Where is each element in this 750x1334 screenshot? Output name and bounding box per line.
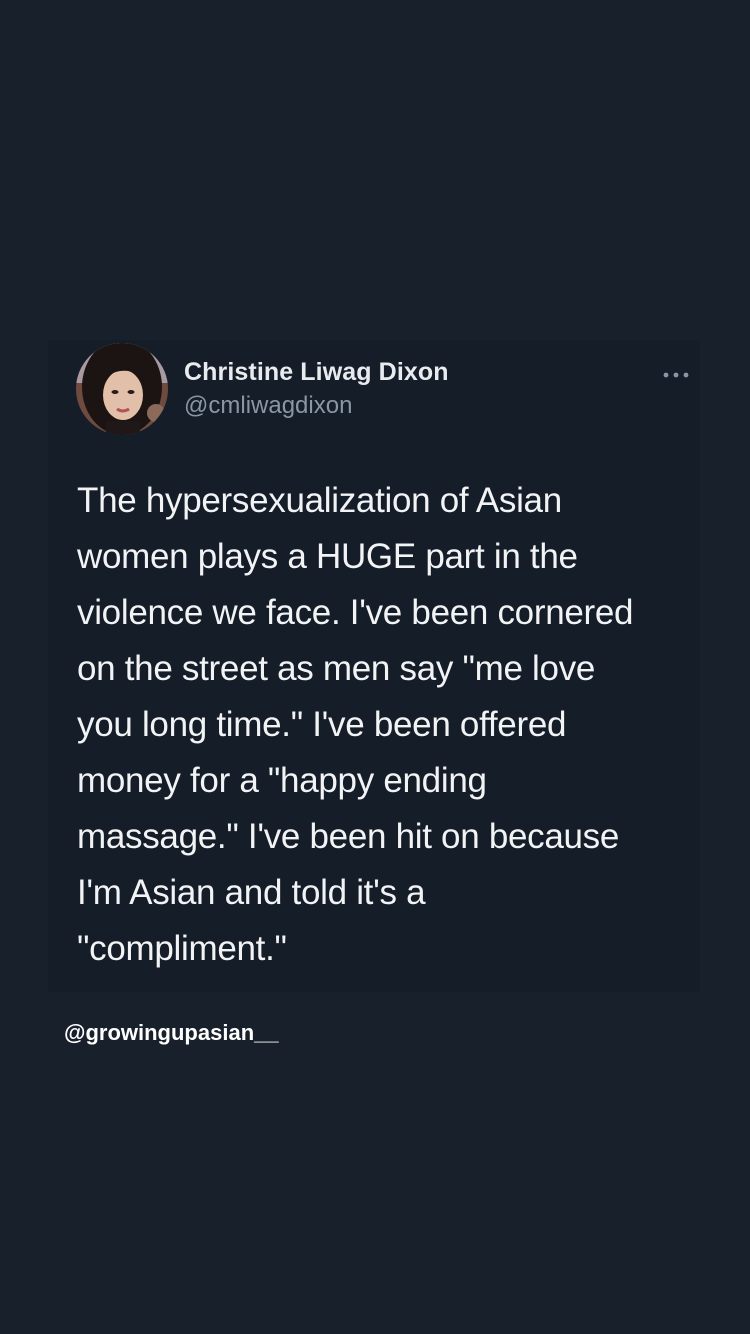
more-horizontal-icon	[663, 372, 689, 378]
avatar-image	[76, 343, 168, 435]
author-name[interactable]: Christine Liwag Dixon	[184, 358, 449, 387]
avatar[interactable]	[76, 343, 168, 435]
author-handle[interactable]: @cmliwagdixon	[184, 392, 352, 420]
more-options-button[interactable]	[660, 368, 692, 380]
watermark-handle: @growingupasian__	[64, 1020, 279, 1045]
tweet-text: The hypersexualization of Asian women pl…	[77, 481, 634, 968]
tweet-card: Christine Liwag Dixon @cmliwagdixon The …	[48, 340, 700, 992]
